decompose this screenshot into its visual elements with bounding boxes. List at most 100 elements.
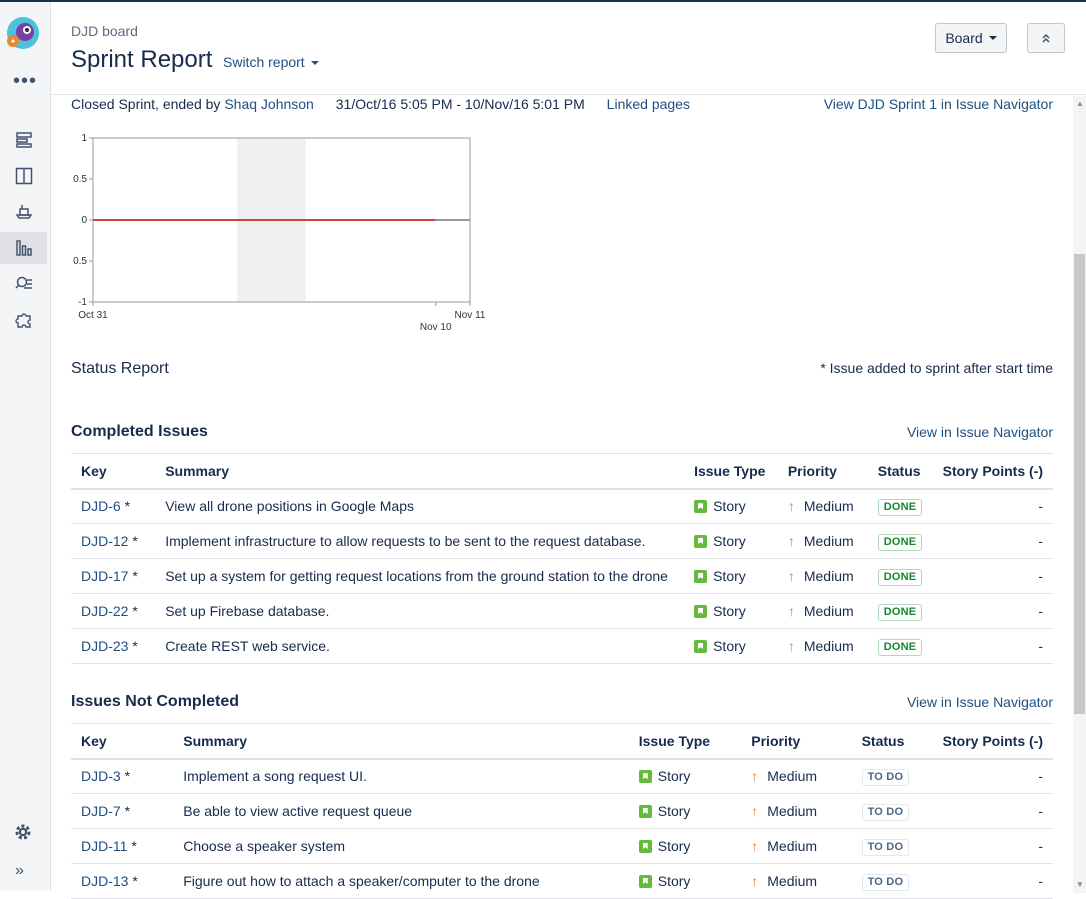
status-badge: TO DO [861, 838, 910, 856]
issue-key-link[interactable]: DJD-12 [81, 533, 128, 549]
issue-key-link[interactable]: DJD-3 [81, 768, 121, 784]
view-sprint-in-navigator-link[interactable]: View DJD Sprint 1 in Issue Navigator [824, 96, 1053, 112]
sidebar-item-releases[interactable] [0, 195, 47, 227]
scroll-down-arrow-icon[interactable]: ▼ [1075, 880, 1085, 889]
chart-x-tick-label: Nov 10 [420, 322, 452, 333]
table-row[interactable]: DJD-13 * Figure out how to attach a speak… [71, 863, 1053, 899]
board-button[interactable]: Board [935, 23, 1007, 53]
issue-key-link[interactable]: DJD-7 [81, 803, 121, 819]
table-row[interactable]: DJD-3 * Implement a song request UI. Story… [71, 758, 1053, 794]
chevron-down-icon [310, 61, 319, 66]
sidebar-item-backlog[interactable] [0, 124, 47, 156]
breadcrumb[interactable]: DJD board [71, 23, 138, 39]
column-header-key[interactable]: Key [71, 723, 174, 760]
chart-y-tick-label: 0.5 [73, 174, 87, 185]
issue-summary: Implement a song request UI. [173, 758, 629, 794]
sidebar-item-issues[interactable] [0, 268, 47, 300]
chart-x-tick-label: Oct 31 [78, 310, 108, 321]
issue-status-cell: DONE [867, 488, 933, 524]
issue-type-cell: Story [684, 558, 778, 594]
issue-type: Story [657, 803, 691, 819]
more-icon[interactable]: ••• [13, 71, 37, 91]
issue-priority-cell: ↑ Medium [777, 488, 868, 524]
issue-key-link[interactable]: DJD-6 [81, 498, 121, 514]
issue-type: Story [657, 873, 691, 889]
issue-status-cell: TO DO [851, 863, 933, 899]
completed-issues-body: DJD-6 * View all drone positions in Googl… [71, 488, 1053, 664]
issue-priority: Medium [767, 768, 818, 785]
issue-priority-cell: ↑ Medium [777, 558, 868, 594]
issue-key-link[interactable]: DJD-11 [81, 838, 127, 854]
column-header-summary[interactable]: Summary [155, 453, 685, 490]
added-after-start-mark: * [124, 768, 131, 785]
table-row[interactable]: DJD-17 * Set up a system for getting requ… [71, 558, 1053, 594]
table-row[interactable]: DJD-12 * Implement infrastructure to allo… [71, 523, 1053, 559]
issue-story-points: - [932, 828, 1053, 864]
column-header-priority[interactable]: Priority [777, 453, 868, 490]
priority-medium-icon: ↑ [787, 568, 795, 584]
expand-sidebar-icon[interactable]: » [15, 862, 24, 880]
issue-story-points: - [932, 558, 1053, 594]
column-header-status[interactable]: Status [867, 453, 933, 490]
column-header-priority[interactable]: Priority [741, 723, 852, 760]
status-badge: TO DO [861, 768, 910, 786]
column-header-summary[interactable]: Summary [173, 723, 629, 760]
issue-status-cell: DONE [867, 523, 933, 559]
issue-type-cell: Story [684, 628, 778, 664]
sidebar-item-active-sprints[interactable] [0, 160, 47, 192]
gear-icon[interactable] [13, 822, 33, 842]
issue-story-points: - [932, 523, 1053, 559]
status-badge: DONE [877, 533, 923, 551]
issue-type: Story [713, 498, 746, 515]
issue-key-link[interactable]: DJD-13 [81, 873, 128, 889]
sprint-ended-by-link[interactable]: Shaq Johnson [224, 96, 314, 112]
switch-report-dropdown[interactable]: Switch report [223, 54, 319, 70]
not-completed-view-in-navigator-link[interactable]: View in Issue Navigator [907, 694, 1053, 710]
table-row[interactable]: DJD-7 * Be able to view active request qu… [71, 793, 1053, 829]
chevron-down-icon [988, 36, 997, 40]
switch-report-label: Switch report [223, 54, 305, 70]
issue-priority-cell: ↑ Medium [741, 828, 852, 864]
issue-priority: Medium [767, 873, 818, 889]
table-row[interactable]: DJD-11 * Choose a speaker system Story ↑ Med… [71, 828, 1053, 864]
issue-key-cell: DJD-13 * [71, 863, 174, 899]
column-header-status[interactable]: Status [851, 723, 933, 760]
issue-type: Story [713, 568, 746, 584]
issue-priority: Medium [767, 803, 818, 819]
story-icon [694, 640, 708, 653]
sprint-dates: 31/Oct/16 5:05 PM - 10/Nov/16 5:01 PM [335, 96, 585, 112]
status-badge: TO DO [861, 803, 910, 821]
issue-type-cell: Story [684, 488, 778, 524]
scroll-up-arrow-icon[interactable]: ▲ [1075, 99, 1085, 108]
column-header-story-points[interactable]: Story Points (-) [932, 723, 1053, 760]
table-row[interactable]: DJD-23 * Create REST web service. Story ↑ Me… [71, 628, 1053, 664]
sidebar-item-add-ons[interactable] [0, 304, 47, 336]
project-avatar-icon[interactable] [6, 16, 40, 50]
issue-priority-cell: ↑ Medium [741, 863, 852, 899]
table-header-row: Key Summary Issue Type Priority Status S… [71, 723, 1053, 760]
sprint-status: Closed Sprint, ended by [71, 96, 221, 112]
priority-medium-icon: ↑ [751, 838, 759, 854]
story-icon [694, 605, 708, 618]
issue-key-cell: DJD-22 * [71, 593, 156, 629]
issue-key-link[interactable]: DJD-17 [81, 568, 128, 584]
table-row[interactable]: DJD-22 * Set up Firebase database. Story ↑ M… [71, 593, 1053, 629]
column-header-story-points[interactable]: Story Points (-) [932, 453, 1053, 490]
issues-icon [14, 276, 32, 289]
sidebar-item-reports[interactable] [0, 232, 47, 264]
issue-priority-cell: ↑ Medium [777, 523, 868, 559]
column-header-key[interactable]: Key [71, 453, 156, 490]
story-icon [638, 805, 652, 818]
linked-pages-link[interactable]: Linked pages [607, 96, 690, 112]
collapse-header-button[interactable] [1027, 23, 1065, 53]
status-badge: DONE [877, 498, 923, 516]
issue-key-link[interactable]: DJD-22 [81, 603, 128, 619]
issue-type: Story [713, 603, 746, 619]
issue-key-link[interactable]: DJD-23 [81, 638, 128, 654]
column-header-issue-type[interactable]: Issue Type [628, 723, 742, 760]
table-row[interactable]: DJD-6 * View all drone positions in Googl… [71, 488, 1053, 524]
completed-view-in-navigator-link[interactable]: View in Issue Navigator [907, 424, 1053, 440]
scrollbar-thumb[interactable] [1074, 254, 1085, 714]
status-badge: DONE [877, 568, 923, 586]
column-header-issue-type[interactable]: Issue Type [684, 453, 778, 490]
